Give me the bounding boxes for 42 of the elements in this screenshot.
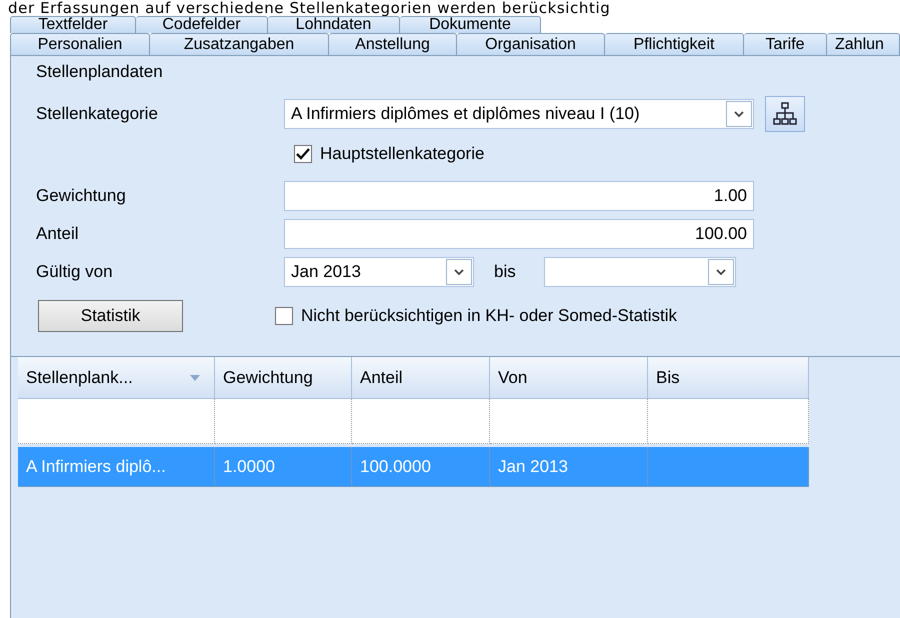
field-label: Gültig von xyxy=(36,262,114,282)
category-dropdown[interactable]: A Infirmiers diplômes et diplômes niveau I (10) xyxy=(284,99,754,129)
tab[interactable]: Textfelder xyxy=(10,16,136,33)
field-label: bis xyxy=(494,262,516,282)
checkbox[interactable] xyxy=(294,145,312,163)
table-cell: A Infirmiers diplô... xyxy=(18,447,215,487)
tab[interactable]: Personalien xyxy=(10,33,150,55)
tab[interactable]: Pflichtigkeit xyxy=(605,33,744,55)
column-header[interactable]: Gewichtung xyxy=(215,357,352,399)
column-header[interactable]: Von xyxy=(490,357,648,399)
column-header[interactable]: Stellenplank... xyxy=(18,357,215,399)
tab[interactable]: Tarife xyxy=(744,33,827,55)
group-title: Stellenplandaten xyxy=(36,62,164,82)
column-header[interactable]: Anteil xyxy=(352,357,490,399)
hierarchy-icon xyxy=(773,102,797,126)
checkbox[interactable] xyxy=(275,307,293,325)
table-cell: Jan 2013 xyxy=(490,447,648,487)
sort-icon xyxy=(190,374,200,380)
hierarchy-button[interactable] xyxy=(765,96,805,132)
tab[interactable]: Organisation xyxy=(457,33,605,55)
tab[interactable]: Zahlun xyxy=(827,33,900,55)
table-cell: 100.0000 xyxy=(352,447,490,487)
column-header[interactable]: Bis xyxy=(648,357,809,399)
caption-text: der Erfassungen auf verschiedene Stellenkategorien werden berücksichtig xyxy=(8,0,610,16)
date-dropdown[interactable]: Jan 2013 xyxy=(284,257,474,287)
caret-icon xyxy=(734,110,744,118)
tab[interactable]: Dokumente xyxy=(400,16,541,33)
input-field[interactable]: 100.00 xyxy=(284,219,754,249)
field-label: Stellenkategorie xyxy=(36,104,159,124)
caret-icon xyxy=(454,268,464,276)
tab[interactable]: Anstellung xyxy=(329,33,457,55)
field-label: Gewichtung xyxy=(36,186,127,206)
statistics-button[interactable]: Statistik xyxy=(38,300,183,332)
tab[interactable]: Lohndaten xyxy=(268,16,400,33)
table-cell: 1.0000 xyxy=(215,447,352,487)
tab[interactable]: Zusatzangaben xyxy=(150,33,329,55)
input-field[interactable]: 1.00 xyxy=(284,181,754,211)
checkbox-label: Nicht berücksichtigen in KH- oder Somed-Statistik xyxy=(301,306,678,326)
caret-icon xyxy=(716,268,726,276)
checkbox-label: Hauptstellenkategorie xyxy=(320,144,484,164)
tab[interactable]: Codefelder xyxy=(136,16,268,33)
field-label: Anteil xyxy=(36,224,80,244)
